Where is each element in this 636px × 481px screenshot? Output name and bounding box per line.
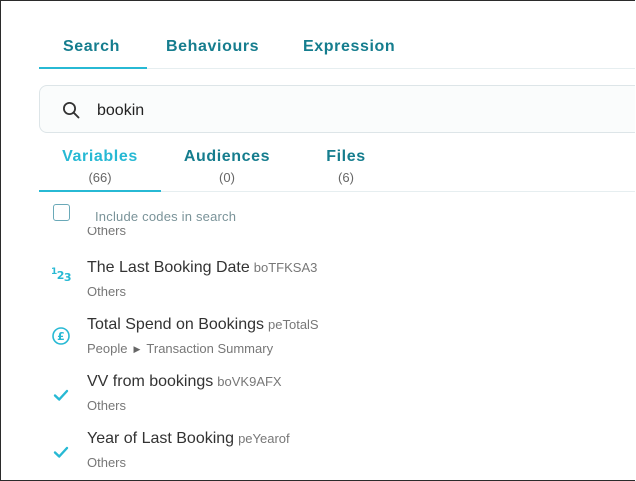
tab-variables[interactable]: Variables (66) — [39, 144, 161, 192]
path-separator-icon: ▶ — [133, 344, 141, 354]
tab-variables-label: Variables — [62, 148, 138, 165]
list-item[interactable]: VV from bookings boVK9AFX Others — [1, 373, 635, 429]
include-codes-checkbox[interactable] — [53, 204, 70, 221]
result-path: People ▶ Transaction Summary — [87, 341, 274, 356]
search-input[interactable] — [95, 95, 499, 127]
tab-behaviours[interactable]: Behaviours — [166, 29, 259, 67]
result-code: boTFKSA3 — [253, 260, 318, 275]
sub-tab-divider — [161, 191, 635, 192]
list-item[interactable]: 123 The Last Booking Date boTFKSA3 Others — [1, 259, 635, 315]
result-path: Others — [87, 455, 127, 470]
result-code: peTotalS — [268, 317, 319, 332]
result-title: Total Spend on Bookings peTotalS — [87, 316, 319, 333]
list-item[interactable]: Year of Last Booking peYearof Others — [1, 430, 635, 480]
result-type-tabs: Variables (66) Audiences (0) Files (6) — [39, 144, 635, 192]
search-box — [39, 85, 635, 133]
result-path: Others — [87, 284, 127, 299]
include-codes-label: Include codes in search — [95, 209, 237, 224]
tab-divider — [147, 68, 635, 69]
tab-files-count: (6) — [338, 170, 354, 185]
check-icon — [53, 389, 69, 401]
results-list: Others 123 The Last Booking Date boTFKSA3… — [1, 227, 635, 480]
include-codes-row: Include codes in search — [53, 204, 453, 226]
numeric-icon: 123 — [50, 267, 72, 284]
tab-audiences-label: Audiences — [183, 148, 271, 165]
svg-text:£: £ — [57, 330, 65, 343]
tab-variables-count: (66) — [88, 170, 112, 185]
result-title: Year of Last Booking peYearof — [87, 430, 290, 447]
tab-audiences[interactable]: Audiences (0) — [172, 144, 282, 190]
search-icon[interactable] — [62, 101, 80, 119]
result-title: VV from bookings boVK9AFX — [87, 373, 282, 390]
result-title: The Last Booking Date boTFKSA3 — [87, 259, 318, 276]
tab-files-label: Files — [326, 148, 366, 165]
currency-pound-icon: £ — [52, 327, 70, 345]
result-code: peYearof — [238, 431, 290, 446]
top-tab-bar: Search Behaviours Expression — [39, 29, 635, 69]
app-frame: Search Behaviours Expression Variables (… — [0, 0, 635, 481]
tab-files[interactable]: Files (6) — [304, 144, 388, 190]
list-item-cut-off-path: Others — [87, 227, 127, 238]
list-item[interactable]: £ Total Spend on Bookings peTotalS People… — [1, 316, 635, 372]
result-path: Others — [87, 398, 127, 413]
tab-audiences-count: (0) — [219, 170, 235, 185]
tab-expression[interactable]: Expression — [303, 29, 395, 67]
result-code: boVK9AFX — [217, 374, 282, 389]
tab-search[interactable]: Search — [39, 29, 147, 69]
check-icon — [53, 446, 69, 458]
